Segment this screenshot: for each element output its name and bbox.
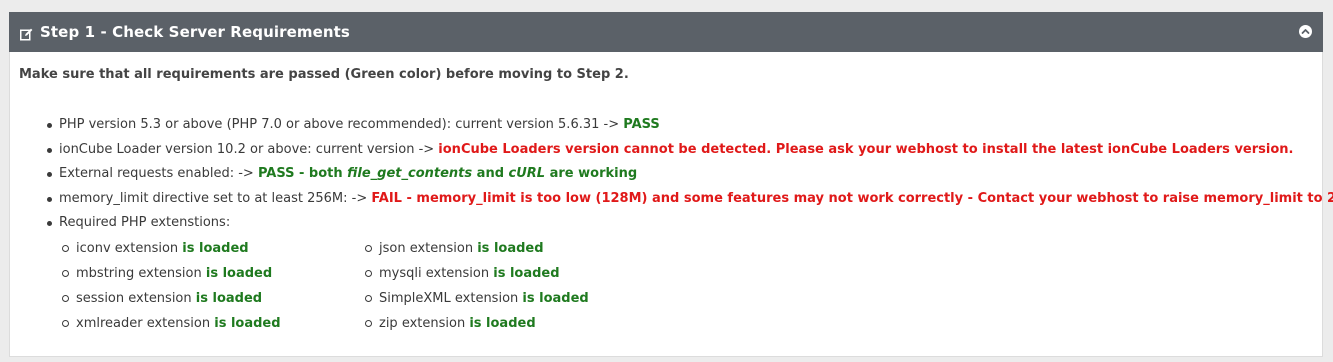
panel-title: Step 1 - Check Server Requirements xyxy=(40,23,350,41)
status-loaded: is loaded xyxy=(522,290,589,306)
requirement-text: ionCube Loader version 10.2 or above: cu… xyxy=(59,141,439,157)
extension-item: iconv extension is loaded xyxy=(62,236,365,261)
requirements-list: PHP version 5.3 or above (PHP 7.0 or abo… xyxy=(19,113,1333,236)
status-pass-prefix: PASS - both xyxy=(257,166,348,181)
extensions-list: iconv extension is loaded json extension… xyxy=(62,236,1322,336)
function-name: cURL xyxy=(508,166,546,181)
list-item: External requests enabled: -> PASS - bot… xyxy=(47,162,1322,187)
function-name: file_get_contents xyxy=(347,166,473,181)
requirement-text: Required PHP extenstions: xyxy=(59,215,231,230)
status-pass: PASS - both file_get_contents and cURL a… xyxy=(258,166,637,181)
panel-header: Step 1 - Check Server Requirements xyxy=(9,12,1323,52)
status-loaded: is loaded xyxy=(493,265,560,281)
list-item: ionCube Loader version 10.2 or above: cu… xyxy=(47,138,1322,163)
extension-item: json extension is loaded xyxy=(365,236,625,261)
extension-item: session extension is loaded xyxy=(62,286,365,311)
status-loaded: is loaded xyxy=(214,315,281,331)
extension-name: iconv extension xyxy=(76,240,183,256)
status-loaded: is loaded xyxy=(195,290,263,306)
extension-name: xmlreader extension xyxy=(76,315,215,331)
requirement-text: PHP version 5.3 or above (PHP 7.0 or abo… xyxy=(59,117,624,132)
status-loaded: is loaded xyxy=(477,240,544,256)
extension-item: mbstring extension is loaded xyxy=(62,261,365,286)
extension-item: SimpleXML extension is loaded xyxy=(365,286,625,311)
status-fail: FAIL - memory_limit is too low (128M) an… xyxy=(371,190,1333,206)
status-pass-joiner: and xyxy=(472,166,509,181)
extension-item: mysqli extension is loaded xyxy=(365,261,625,286)
extension-name: zip extension xyxy=(379,315,470,331)
extension-name: json extension xyxy=(379,240,478,256)
extension-name: session extension xyxy=(76,290,196,306)
extension-item: zip extension is loaded xyxy=(365,311,625,336)
requirement-text: memory_limit directive set to at least 2… xyxy=(59,190,372,206)
extension-name: SimpleXML extension xyxy=(379,290,523,306)
status-pass-suffix: are working xyxy=(545,166,638,181)
list-item: memory_limit directive set to at least 2… xyxy=(47,187,1333,212)
list-item: PHP version 5.3 or above (PHP 7.0 or abo… xyxy=(47,113,1322,138)
status-loaded: is loaded xyxy=(182,240,249,256)
requirement-text: External requests enabled: -> xyxy=(59,166,258,181)
status-pass: PASS xyxy=(623,117,660,132)
list-item: Required PHP extenstions: xyxy=(47,211,1322,236)
status-loaded: is loaded xyxy=(469,315,536,331)
intro-text: Make sure that all requirements are pass… xyxy=(19,67,629,82)
status-loaded: is loaded xyxy=(205,265,273,281)
edit-icon xyxy=(20,26,33,40)
status-fail: ionCube Loaders version cannot be detect… xyxy=(438,141,1294,157)
extension-name: mysqli extension xyxy=(379,265,494,281)
extension-item: xmlreader extension is loaded xyxy=(62,311,365,336)
extension-name: mbstring extension xyxy=(76,265,206,281)
requirements-panel: Step 1 - Check Server Requirements Make … xyxy=(9,12,1333,357)
chevron-up-circle-icon[interactable] xyxy=(1299,25,1312,38)
panel-body: Make sure that all requirements are pass… xyxy=(10,52,1333,336)
